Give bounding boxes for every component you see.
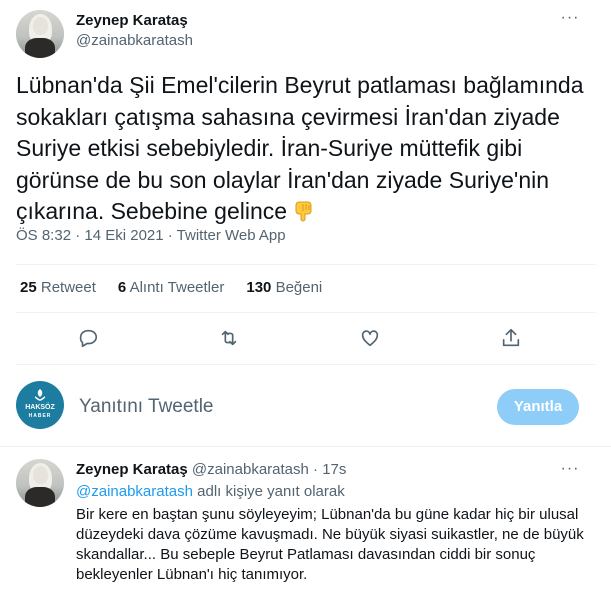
reply-text: Bir kere en baştan şunu söyleyeyim; Lübn… — [76, 506, 584, 583]
quotes-stat[interactable]: 6 Alıntı Tweetler — [118, 279, 224, 296]
retweet-icon[interactable] — [218, 327, 240, 349]
quotes-label: Alıntı Tweetler — [129, 279, 225, 296]
quotes-count: 6 — [117, 279, 127, 296]
likes-label: Beğeni — [275, 279, 323, 296]
divider — [0, 446, 611, 447]
reply-time[interactable]: 17s — [322, 461, 346, 478]
replying-to-handle[interactable]: @zainabkaratash — [76, 483, 193, 500]
share-icon[interactable] — [500, 327, 522, 349]
retweets-stat[interactable]: 25 Retweet — [20, 279, 96, 296]
logo-text-top: HAKSÖZ — [25, 404, 55, 411]
more-options-icon[interactable]: ··· — [560, 8, 580, 28]
logo-text-bottom: HABER — [28, 413, 52, 419]
like-icon[interactable] — [359, 327, 381, 349]
reply-author-name[interactable]: Zeynep Karataş — [76, 461, 188, 478]
divider — [16, 264, 596, 265]
likes-stat[interactable]: 130 Beğeni — [246, 279, 322, 296]
reply-author-handle[interactable]: @zainabkaratash — [192, 461, 309, 478]
tweet-text: Lübnan'da Şii Emel'cilerin Beyrut patlam… — [16, 70, 596, 228]
replying-to-suffix: adlı kişiye yanıt olarak — [197, 483, 345, 500]
author-avatar[interactable] — [16, 10, 64, 58]
reply-icon[interactable] — [77, 327, 99, 349]
retweets-count: 25 — [20, 279, 37, 296]
reply-separator: · — [313, 461, 319, 478]
action-bar — [0, 327, 611, 351]
haksoz-haber-avatar[interactable]: HAKSÖZ HABER — [16, 381, 64, 429]
retweets-label: Retweet — [40, 279, 96, 296]
divider — [16, 312, 596, 313]
reply-header: Zeynep Karataş @zainabkaratash · 17s — [76, 461, 346, 478]
replying-to: @zainabkaratash adlı kişiye yanıt olarak — [76, 483, 345, 500]
tweet-timestamp[interactable]: ÖS 8:32 · 14 Eki 2021 · Twitter Web App — [16, 227, 286, 244]
reply-more-options-icon[interactable]: ··· — [560, 459, 580, 479]
reply-input[interactable]: Yanıtını Tweetle — [79, 396, 214, 418]
author-name[interactable]: Zeynep Karataş — [76, 12, 188, 29]
reply-author-avatar[interactable] — [16, 459, 64, 507]
tweet-stats: 25 Retweet 6 Alıntı Tweetler 130 Beğeni — [20, 279, 322, 296]
divider — [16, 364, 596, 365]
reply-button[interactable]: Yanıtla — [497, 389, 579, 425]
backhand-index-pointing-down-icon — [295, 201, 312, 222]
likes-count: 130 — [246, 279, 272, 296]
author-handle[interactable]: @zainabkaratash — [76, 32, 193, 49]
